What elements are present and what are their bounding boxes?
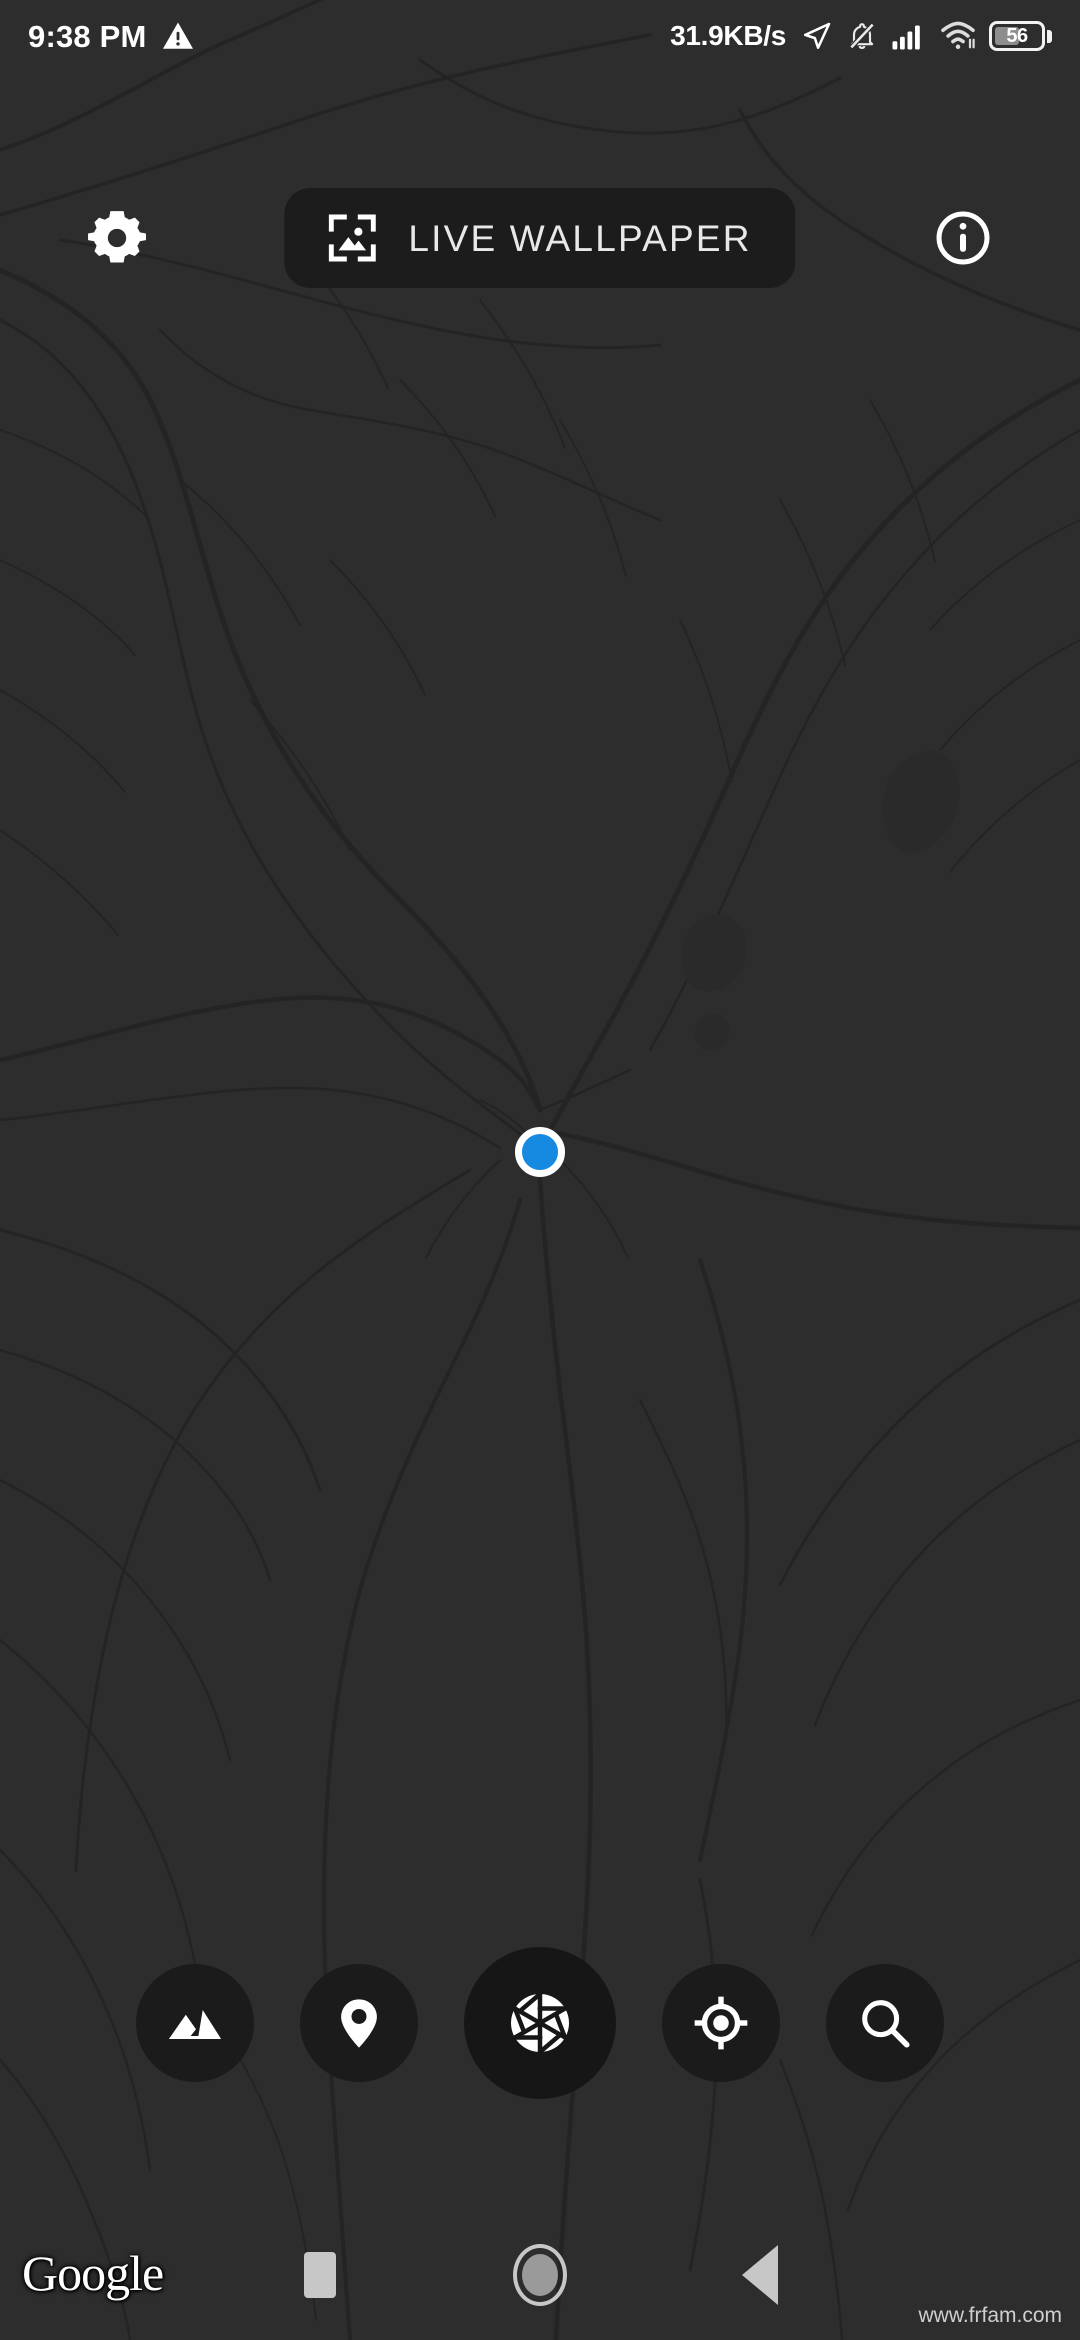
recents-square-icon bbox=[304, 2252, 336, 2298]
status-bar-right: 31.9KB/s 56 bbox=[670, 20, 1052, 52]
status-bar-left: 9:38 PM bbox=[28, 19, 195, 53]
capture-button[interactable] bbox=[464, 1947, 616, 2099]
home-circle-inner bbox=[522, 2254, 558, 2296]
info-button[interactable] bbox=[926, 201, 1000, 275]
phone-screen: 9:38 PM 31.9KB/s 56 LIVE WALLPAPER Googl… bbox=[0, 0, 1080, 2340]
status-bar: 9:38 PM 31.9KB/s 56 bbox=[0, 0, 1080, 72]
back-triangle-icon bbox=[742, 2245, 778, 2305]
android-nav-bar bbox=[0, 2210, 1080, 2340]
my-location-button[interactable] bbox=[662, 1964, 780, 2082]
top-controls: LIVE WALLPAPER bbox=[0, 180, 1080, 296]
cellular-signal-icon bbox=[892, 25, 920, 50]
warning-triangle-icon bbox=[162, 22, 193, 49]
search-button[interactable] bbox=[826, 1964, 944, 2082]
nav-home-button[interactable] bbox=[430, 2244, 650, 2306]
gps-target-icon bbox=[694, 1996, 748, 2050]
bell-muted-icon bbox=[849, 22, 875, 50]
current-location-dot[interactable] bbox=[515, 1127, 565, 1177]
status-clock: 9:38 PM bbox=[28, 18, 147, 54]
settings-button[interactable] bbox=[80, 201, 154, 275]
image-frame-icon bbox=[328, 214, 376, 262]
wifi-icon bbox=[941, 21, 975, 50]
gear-icon bbox=[88, 211, 146, 263]
search-icon bbox=[862, 2000, 910, 2048]
mountains-icon bbox=[168, 2009, 222, 2039]
battery-level-label: 56 bbox=[1006, 25, 1028, 47]
nav-recents-button[interactable] bbox=[210, 2252, 430, 2298]
info-circle-icon bbox=[936, 211, 990, 265]
battery-indicator: 56 bbox=[989, 21, 1052, 51]
map-action-bar bbox=[0, 1928, 1080, 2118]
live-wallpaper-button[interactable]: LIVE WALLPAPER bbox=[284, 188, 796, 288]
map-pin-icon bbox=[341, 1999, 377, 2048]
battery-body: 56 bbox=[989, 21, 1045, 51]
battery-cap bbox=[1047, 29, 1052, 43]
camera-shutter-icon bbox=[511, 1991, 569, 2055]
landscape-button[interactable] bbox=[136, 1964, 254, 2082]
network-speed-label: 31.9KB/s bbox=[670, 20, 786, 51]
nav-back-button[interactable] bbox=[650, 2245, 870, 2305]
location-arrow-icon bbox=[804, 22, 831, 49]
home-circle-icon bbox=[513, 2244, 567, 2306]
place-button[interactable] bbox=[300, 1964, 418, 2082]
live-wallpaper-label: LIVE WALLPAPER bbox=[408, 217, 752, 259]
